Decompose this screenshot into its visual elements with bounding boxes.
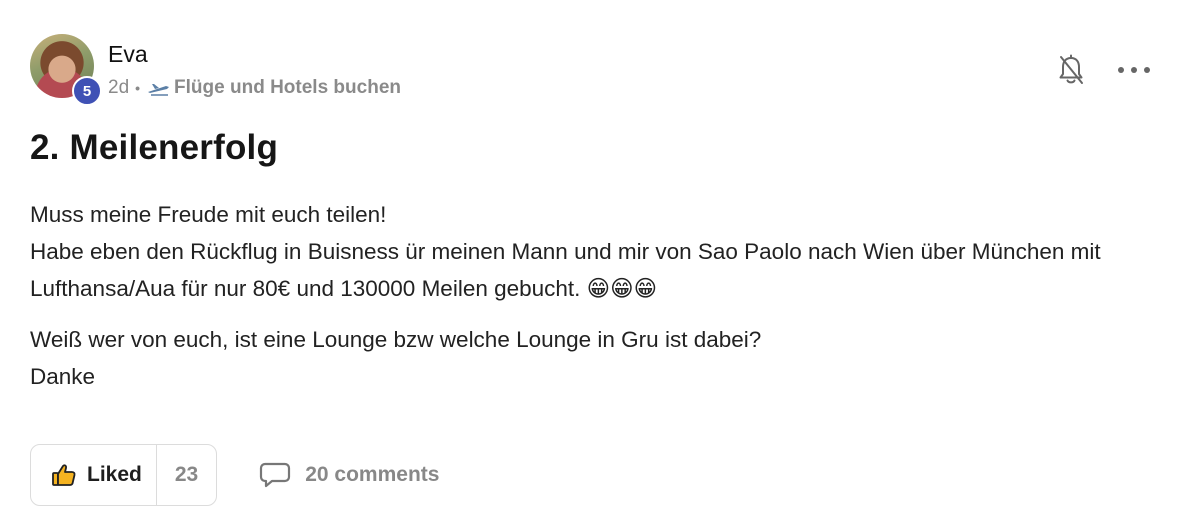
level-badge: 5 xyxy=(72,76,102,106)
post-meta: Eva 2d • Flüge und Hotels buchen xyxy=(108,34,401,99)
post-paragraph: Weiß wer von euch, ist eine Lounge bzw w… xyxy=(30,327,762,389)
comments-label: 20 comments xyxy=(305,463,440,486)
separator-dot: • xyxy=(135,80,141,96)
avatar-container[interactable]: 5 xyxy=(30,34,102,106)
bell-off-icon[interactable] xyxy=(1057,54,1085,86)
author-name[interactable]: Eva xyxy=(108,41,401,67)
post-title[interactable]: 2. Meilenerfolg xyxy=(30,128,278,168)
like-label: Liked xyxy=(87,463,142,486)
post-header: 5 Eva 2d • Flüge und Hotels buchen xyxy=(30,34,401,106)
post-body: Muss meine Freude mit euch teilen! Habe … xyxy=(30,196,1160,395)
like-count[interactable]: 23 xyxy=(157,463,216,487)
comment-icon xyxy=(260,462,291,488)
more-icon[interactable] xyxy=(1118,60,1150,80)
category-link[interactable]: Flüge und Hotels buchen xyxy=(174,77,401,99)
post-paragraph: Muss meine Freude mit euch teilen! Habe … xyxy=(30,202,1101,301)
more-dot xyxy=(1144,67,1150,73)
post-subline: 2d • Flüge und Hotels buchen xyxy=(108,77,401,99)
post-card: 5 Eva 2d • Flüge und Hotels buchen 2. Me… xyxy=(0,0,1200,529)
more-dot xyxy=(1131,67,1137,73)
post-actions: Liked 23 20 comments xyxy=(30,444,439,506)
more-dot xyxy=(1118,67,1124,73)
post-time[interactable]: 2d xyxy=(108,77,129,99)
like-box: Liked 23 xyxy=(30,444,218,506)
thumbs-up-icon xyxy=(52,464,76,486)
comments-button[interactable]: 20 comments xyxy=(259,461,439,489)
airplane-icon xyxy=(148,84,170,96)
like-button[interactable]: Liked xyxy=(31,445,157,505)
